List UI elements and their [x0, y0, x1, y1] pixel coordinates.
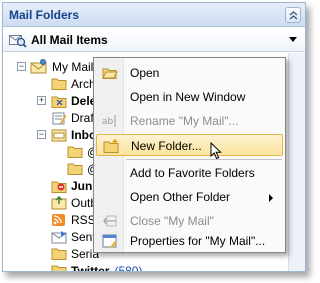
folder-context-menu: Open Open in New Window ab Rename "My Ma…	[93, 57, 286, 253]
rename-icon: ab	[102, 115, 116, 127]
tree-item-junk[interactable]: Junk	[51, 177, 99, 194]
folder-icon	[51, 265, 67, 271]
menu-item-properties[interactable]: Properties for "My Mail"...	[96, 230, 283, 252]
menu-item-rename[interactable]: ab Rename "My Mail"...	[96, 110, 283, 132]
dropdown-arrow-icon[interactable]	[289, 37, 297, 42]
tree-item-archive[interactable]: Archi	[51, 75, 98, 92]
sent-items-icon	[51, 230, 67, 243]
tree-item-deleted[interactable]: + Delet	[37, 92, 100, 109]
pane-header: Mail Folders	[3, 3, 305, 27]
double-chevron-up-icon	[289, 10, 297, 19]
tree-item-serial[interactable]: Seria	[51, 245, 99, 262]
tree-item-my-mail[interactable]: − My Mail	[17, 58, 93, 75]
folder-icon	[51, 248, 67, 260]
folder-icon	[67, 163, 83, 175]
tree-item-label: Twitter	[71, 263, 110, 272]
menu-item-label: Open	[130, 66, 160, 80]
close-folder-icon	[103, 215, 117, 227]
svg-text:ab: ab	[102, 117, 114, 127]
expand-toggle[interactable]: +	[37, 96, 46, 105]
all-mail-items-label: All Mail Items	[31, 33, 108, 47]
tree-item-twitter[interactable]: Twitter (580)	[51, 262, 143, 272]
menu-item-label: Rename "My Mail"...	[130, 114, 239, 128]
unread-count: (580)	[114, 263, 143, 272]
menu-item-close[interactable]: Close "My Mail"	[96, 210, 283, 232]
menu-separator	[126, 159, 282, 160]
folder-icon	[67, 146, 83, 158]
new-folder-icon	[103, 139, 119, 153]
collapse-button[interactable]	[285, 7, 301, 23]
menu-item-new-folder[interactable]: New Folder...	[96, 134, 283, 160]
outbox-icon	[51, 195, 67, 209]
mouse-cursor-icon	[210, 142, 222, 160]
menu-item-label: Open Other Folder	[130, 190, 231, 204]
menu-item-label: New Folder...	[131, 139, 202, 153]
collapse-toggle[interactable]: −	[17, 62, 26, 71]
menu-item-label: Properties for "My Mail"...	[130, 234, 266, 248]
menu-item-label: Add to Favorite Folders	[130, 166, 255, 180]
tree-item-sent[interactable]: Sent	[51, 228, 96, 245]
submenu-arrow-icon	[269, 194, 273, 202]
tree-item-drafts[interactable]: Draft	[51, 109, 97, 126]
rss-icon	[52, 213, 65, 226]
tree-item-outbox[interactable]: Outb	[51, 194, 97, 211]
menu-item-label: Open in New Window	[130, 90, 246, 104]
open-folder-icon	[102, 68, 118, 79]
collapse-toggle[interactable]: −	[37, 130, 46, 139]
all-mail-items-selector[interactable]: All Mail Items	[3, 28, 305, 52]
menu-item-open[interactable]: Open	[96, 62, 283, 84]
menu-item-open-other-folder[interactable]: Open Other Folder	[96, 186, 283, 208]
menu-item-label: Close "My Mail"	[130, 214, 214, 228]
drafts-icon	[52, 112, 67, 124]
search-folder-icon	[9, 35, 27, 48]
deleted-items-icon	[51, 96, 67, 108]
pane-title: Mail Folders	[9, 8, 80, 22]
menu-item-add-favorite[interactable]: Add to Favorite Folders	[96, 162, 283, 184]
inbox-icon	[51, 129, 67, 141]
tree-item-label: My Mail	[52, 59, 94, 74]
junk-mail-icon	[51, 181, 67, 193]
mailbox-icon	[30, 59, 47, 74]
folder-icon	[51, 78, 67, 90]
menu-item-open-new-window[interactable]: Open in New Window	[96, 86, 283, 108]
tree-item-label: Sent	[71, 229, 96, 244]
vertical-scrollbar[interactable]	[288, 53, 305, 271]
properties-icon	[102, 234, 117, 249]
